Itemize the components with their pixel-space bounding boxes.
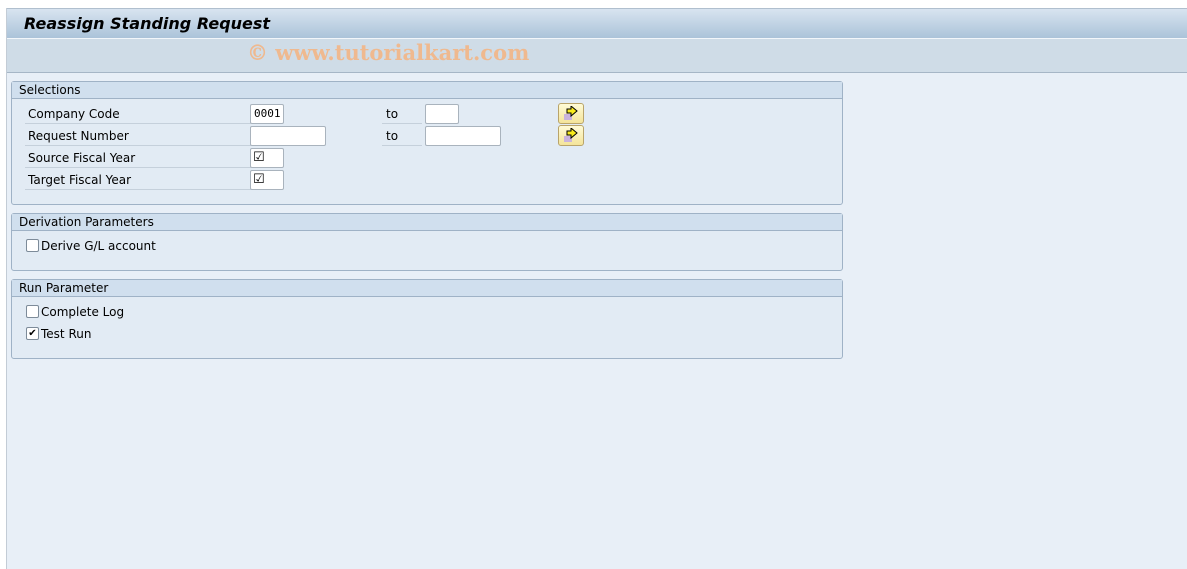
source-fiscal-year-checkbox[interactable]: ☑ (250, 148, 284, 168)
target-fiscal-year-label: Target Fiscal Year (25, 170, 251, 190)
derive-gl-account-label: Derive G/L account (41, 239, 156, 253)
source-fiscal-year-label: Source Fiscal Year (25, 148, 251, 168)
company-code-to-input[interactable] (425, 104, 459, 124)
selections-group: Selections Company Code 0001 to Request … (11, 81, 843, 205)
company-code-multiple-selection-button[interactable] (558, 103, 584, 124)
sap-screen: Reassign Standing Request © www.tutorial… (6, 8, 1187, 569)
request-number-row: Request Number to (12, 125, 842, 146)
company-code-row: Company Code 0001 to (12, 103, 842, 124)
group-header: Run Parameter (12, 280, 842, 297)
company-code-from-input[interactable]: 0001 (250, 104, 284, 124)
complete-log-label: Complete Log (41, 305, 125, 319)
request-number-from-input[interactable] (250, 126, 326, 146)
title-bar: Reassign Standing Request (7, 8, 1187, 39)
request-number-multiple-selection-button[interactable] (558, 125, 584, 146)
source-fiscal-year-row: Source Fiscal Year ☑ (12, 148, 842, 168)
test-run-label: Test Run (41, 327, 92, 341)
derive-gl-account-checkbox[interactable] (26, 239, 39, 252)
page-title: Reassign Standing Request (24, 14, 271, 33)
request-number-to-label: to (382, 126, 422, 146)
company-code-label: Company Code (25, 104, 251, 124)
derivation-parameters-group: Derivation Parameters Derive G/L account (11, 213, 843, 271)
application-toolbar: © www.tutorialkart.com (7, 39, 1187, 73)
request-number-to-input[interactable] (425, 126, 501, 146)
target-fiscal-year-checkbox[interactable]: ☑ (250, 170, 284, 190)
multiple-selection-arrow-icon (564, 106, 578, 120)
complete-log-checkbox[interactable] (26, 305, 39, 318)
test-run-checkbox[interactable]: ✔ (26, 327, 39, 340)
company-code-to-label: to (382, 104, 422, 124)
target-fiscal-year-row: Target Fiscal Year ☑ (12, 170, 842, 190)
group-header: Derivation Parameters (12, 214, 842, 231)
watermark: © www.tutorialkart.com (247, 40, 530, 65)
group-header: Selections (12, 82, 842, 99)
run-parameter-group: Run Parameter Complete Log ✔ Test Run (11, 279, 843, 359)
request-number-label: Request Number (25, 126, 251, 146)
multiple-selection-arrow-icon (564, 128, 578, 142)
